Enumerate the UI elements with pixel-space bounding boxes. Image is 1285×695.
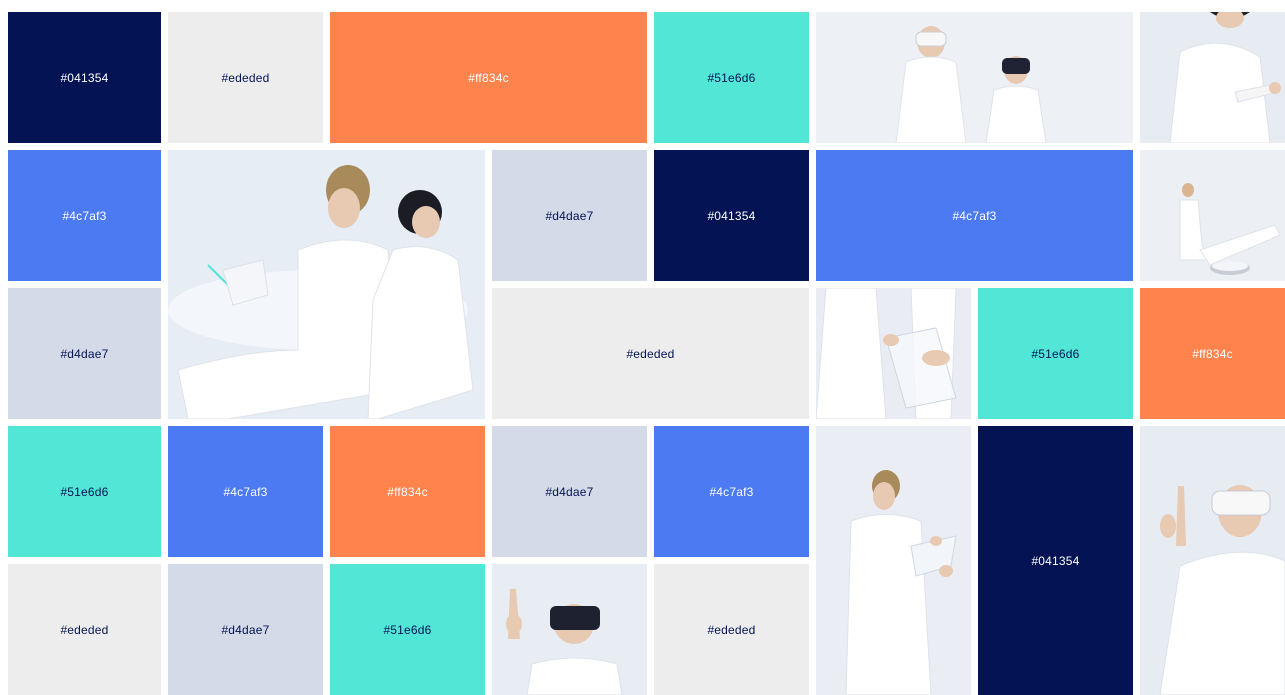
photo-illustration	[816, 426, 971, 695]
swatch-navy: #041354	[8, 12, 161, 143]
swatch-label: #51e6d6	[1031, 346, 1080, 361]
photo-illustration	[816, 12, 1133, 143]
swatch-lilac: #d4dae7	[492, 150, 647, 281]
swatch-label: #d4dae7	[545, 208, 594, 223]
swatch-label: #4c7af3	[62, 208, 107, 223]
swatch-label: #ff834c	[387, 484, 428, 499]
photo-illustration	[1140, 12, 1285, 143]
swatch-label: #d4dae7	[221, 622, 270, 637]
swatch-lilac: #d4dae7	[492, 426, 647, 557]
swatch-orange: #ff834c	[330, 426, 485, 557]
swatch-lilac: #d4dae7	[8, 288, 161, 419]
photo-illustration	[1140, 150, 1285, 281]
photo-illustration	[492, 564, 647, 695]
swatch-label: #ff834c	[1192, 346, 1233, 361]
swatch-label: #ededed	[626, 346, 675, 361]
swatch-label: #041354	[60, 70, 109, 85]
swatch-label: #51e6d6	[60, 484, 109, 499]
swatch-label: #ededed	[707, 622, 756, 637]
swatch-navy: #041354	[654, 150, 809, 281]
swatch-label: #ff834c	[468, 70, 509, 85]
swatch-label: #51e6d6	[383, 622, 432, 637]
swatch-teal: #51e6d6	[8, 426, 161, 557]
swatch-label: #ededed	[221, 70, 270, 85]
photo-illustration	[168, 150, 485, 419]
swatch-blue: #4c7af3	[168, 426, 323, 557]
photo-woman-vr-headset-pointing	[492, 564, 647, 695]
palette-moodboard-grid: #041354 #ededed #ff834c #51e6d6 #4c7af3	[8, 12, 1285, 695]
photo-two-people-vr-headsets	[816, 12, 1133, 143]
swatch-label: #51e6d6	[707, 70, 756, 85]
swatch-label: #d4dae7	[60, 346, 109, 361]
swatch-orange: #ff834c	[1140, 288, 1285, 419]
photo-woman-gesturing	[1140, 12, 1285, 143]
photo-man-vr-headset-pointing	[1140, 426, 1285, 695]
swatch-lilac: #d4dae7	[168, 564, 323, 695]
photo-man-gesturing-with-glass	[816, 426, 971, 695]
swatch-label: #ededed	[60, 622, 109, 637]
photo-illustration	[816, 288, 971, 419]
swatch-label: #4c7af3	[223, 484, 268, 499]
photo-two-people-sitting-back-to-back	[168, 150, 485, 419]
swatch-label: #041354	[1031, 553, 1080, 568]
swatch-label: #4c7af3	[952, 208, 997, 223]
swatch-teal: #51e6d6	[654, 12, 809, 143]
swatch-teal: #51e6d6	[978, 288, 1133, 419]
swatch-light-gray: #ededed	[168, 12, 323, 143]
swatch-label: #4c7af3	[709, 484, 754, 499]
photo-woman-lounging	[1140, 150, 1285, 281]
swatch-blue: #4c7af3	[654, 426, 809, 557]
swatch-light-gray: #ededed	[492, 288, 809, 419]
swatch-orange: #ff834c	[330, 12, 647, 143]
swatch-blue: #4c7af3	[816, 150, 1133, 281]
swatch-label: #041354	[707, 208, 756, 223]
swatch-navy: #041354	[978, 426, 1133, 695]
swatch-light-gray: #ededed	[8, 564, 161, 695]
swatch-teal: #51e6d6	[330, 564, 485, 695]
photo-illustration	[1140, 426, 1285, 695]
swatch-blue: #4c7af3	[8, 150, 161, 281]
swatch-label: #d4dae7	[545, 484, 594, 499]
swatch-light-gray: #ededed	[654, 564, 809, 695]
photo-hands-glass-tablet	[816, 288, 971, 419]
